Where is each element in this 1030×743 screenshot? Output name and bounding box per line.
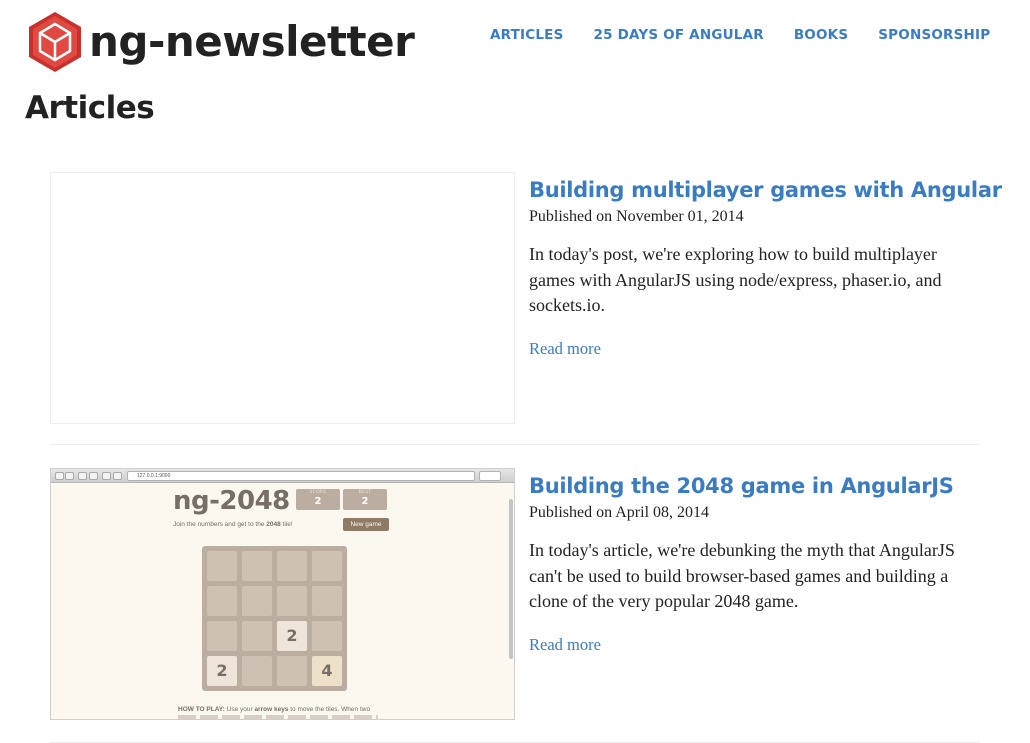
board-cell	[242, 621, 272, 651]
nav-item-sponsorship[interactable]: SPONSORSHIP	[878, 27, 990, 43]
how-to-keys: arrow keys	[254, 706, 289, 713]
page-title: Articles	[25, 90, 155, 126]
browser-toolbar: 127.0.0.1:9000	[51, 469, 514, 483]
board-cell	[242, 586, 272, 616]
board-cell	[242, 551, 272, 581]
article-thumbnail[interactable]	[50, 172, 515, 424]
score-value: 2	[314, 496, 322, 507]
article-date: Published on April 08, 2014	[529, 504, 710, 521]
browser-address-bar: 127.0.0.1:9000	[127, 471, 475, 481]
game-intro-prefix: Join the numbers and get to the	[173, 521, 267, 528]
game-board: 224	[202, 546, 347, 691]
site-name: ng-newsletter	[89, 17, 415, 66]
back-icon	[55, 472, 64, 480]
hexagon-cube-icon	[29, 12, 81, 72]
how-to-label: HOW TO PLAY:	[178, 706, 225, 713]
article-thumbnail[interactable]: 127.0.0.1:9000 ng-2048 SCORE 2 BEST 2 Jo…	[50, 468, 515, 720]
board-cell	[207, 621, 237, 651]
best-value: 2	[361, 496, 369, 507]
board-cell	[242, 656, 272, 686]
how-to-prefix: Use your	[224, 706, 255, 713]
bookmark-icon	[89, 472, 98, 480]
article-card: 127.0.0.1:9000 ng-2048 SCORE 2 BEST 2 Jo…	[50, 468, 980, 743]
board-cell	[207, 586, 237, 616]
how-to-suffix: to move the tiles. When two	[288, 706, 371, 713]
board-cell	[277, 551, 307, 581]
nav-item-articles[interactable]: ARTICLES	[490, 27, 564, 43]
score-box: SCORE 2	[296, 489, 340, 510]
article-title-link[interactable]: Building multiplayer games with Angular	[529, 178, 1002, 202]
game-tile: 2	[207, 656, 237, 686]
settings-icon	[102, 472, 111, 480]
main-nav: ARTICLES 25 DAYS OF ANGULAR BOOKS SPONSO…	[490, 27, 1020, 43]
board-cell	[312, 586, 342, 616]
article-date: Published on November 01, 2014	[529, 208, 744, 225]
article-body: Building multiplayer games with Angular …	[529, 172, 1002, 359]
board-cell	[312, 621, 342, 651]
game-title: ng-2048	[173, 486, 290, 516]
read-more-link[interactable]: Read more	[529, 635, 601, 655]
site-logo-link[interactable]: ng-newsletter	[25, 10, 415, 74]
best-box: BEST 2	[343, 489, 387, 510]
game-intro: Join the numbers and get to the 2048 til…	[173, 521, 293, 528]
article-card: Building multiplayer games with Angular …	[50, 172, 1002, 445]
board-cell	[312, 551, 342, 581]
article-excerpt: In today's post, we're exploring how to …	[529, 244, 942, 315]
nav-item-25-days-of-angular[interactable]: 25 DAYS OF ANGULAR	[594, 27, 764, 43]
home-icon	[78, 472, 87, 480]
article-body: Building the 2048 game in AngularJS Publ…	[529, 468, 980, 655]
new-game-button: New game	[343, 518, 389, 531]
browser-scrollbar	[509, 499, 513, 659]
game-intro-suffix: tile!	[280, 521, 293, 528]
game-tile: 2	[277, 621, 307, 651]
nav-item-books[interactable]: BOOKS	[794, 27, 848, 43]
site-header: ng-newsletter ARTICLES 25 DAYS OF ANGULA…	[0, 0, 1030, 80]
read-more-link[interactable]: Read more	[529, 339, 601, 359]
browser-search-box	[479, 471, 501, 481]
board-cell	[277, 656, 307, 686]
board-cell	[207, 551, 237, 581]
board-cell	[277, 586, 307, 616]
how-to-play: HOW TO PLAY: Use your arrow keys to move…	[178, 706, 370, 713]
how-to-continued	[178, 715, 378, 719]
game-intro-target: 2048	[266, 521, 281, 528]
game-tile: 4	[312, 656, 342, 686]
forward-icon	[65, 472, 74, 480]
article-excerpt: In today's article, we're debunking the …	[529, 540, 955, 611]
article-title-link[interactable]: Building the 2048 game in AngularJS	[529, 474, 980, 498]
add-tab-icon	[113, 472, 122, 480]
